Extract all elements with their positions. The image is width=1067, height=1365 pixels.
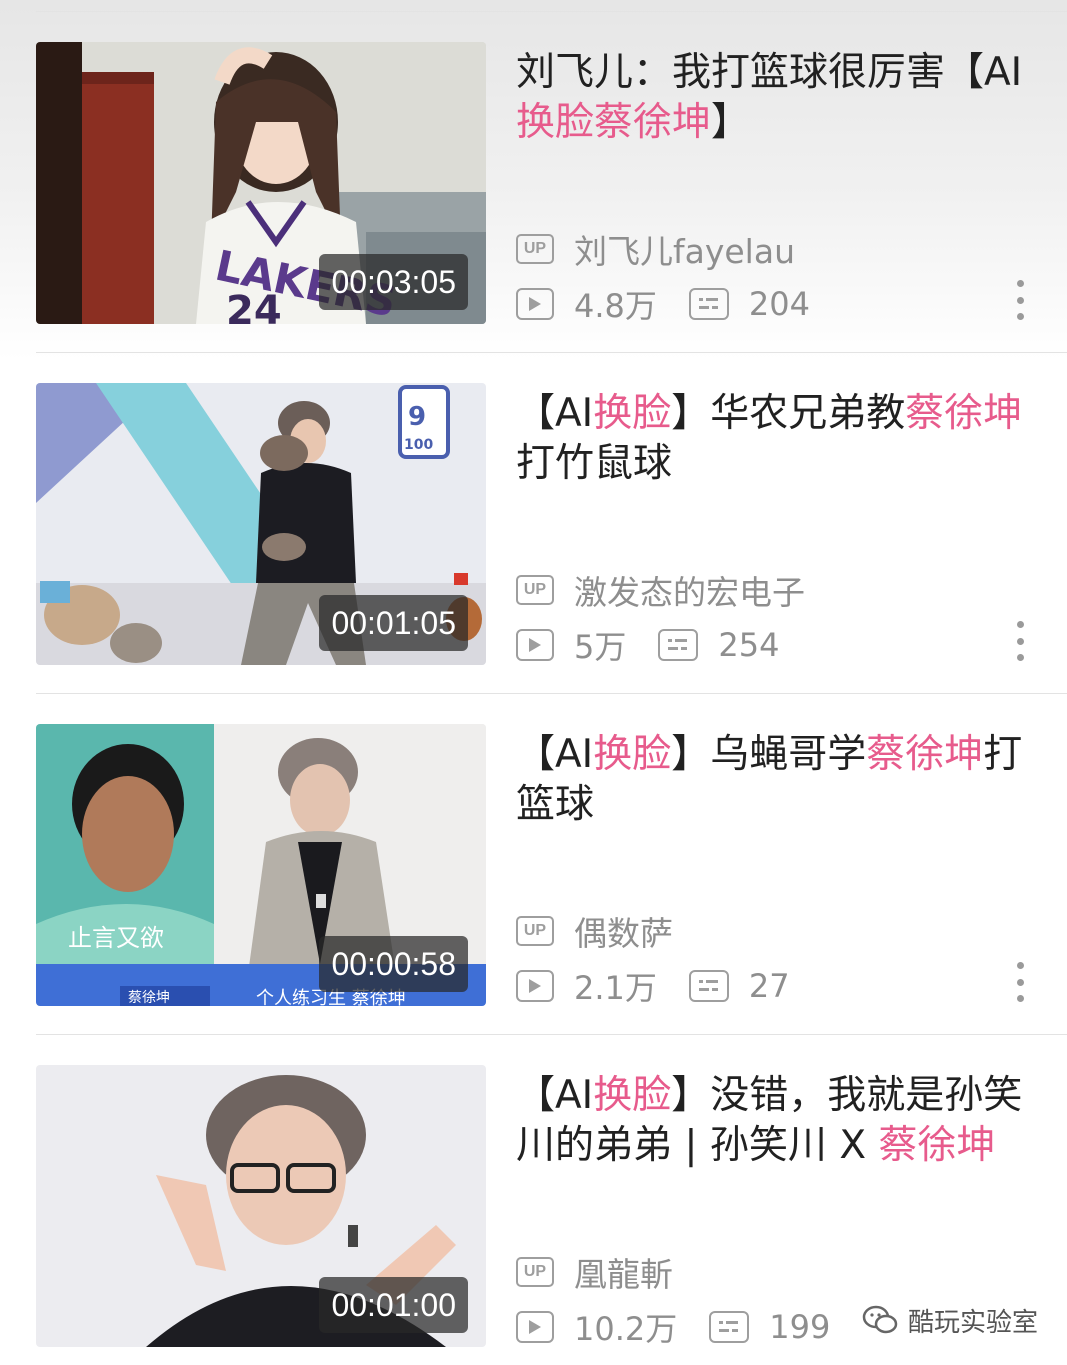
up-badge-icon: UP: [516, 575, 554, 605]
up-badge-icon: UP: [516, 916, 554, 946]
view-count: 10.2万: [574, 1310, 678, 1348]
svg-text:9: 9: [408, 402, 426, 432]
play-count-icon: [516, 288, 554, 320]
danmaku-icon: [688, 288, 729, 320]
uploader-name: 凰龍斬: [574, 1255, 673, 1294]
stats-row: 10.2万 199: [516, 1305, 830, 1349]
uploader-name: 激发态的宏电子: [574, 573, 805, 612]
uploader-row[interactable]: UP 激发态的宏电子: [516, 570, 805, 612]
stats-row: 2.1万 27: [516, 964, 790, 1008]
view-count: 4.8万: [574, 287, 657, 325]
more-options-icon[interactable]: [1013, 621, 1027, 661]
uploader-name: 偶数萨: [574, 914, 673, 953]
video-title[interactable]: 【AI换脸】华农兄弟教蔡徐坤打竹鼠球: [516, 389, 1056, 489]
wechat-icon: [862, 1305, 898, 1334]
video-title[interactable]: 刘飞儿：我打篮球很厉害【AI换脸蔡徐坤】: [516, 48, 1056, 148]
video-duration: 00:01:00: [319, 1277, 468, 1333]
play-count-icon: [516, 629, 554, 661]
divider: [36, 352, 1067, 353]
danmaku-icon: [709, 1311, 750, 1343]
play-count-icon: [516, 1311, 554, 1343]
video-duration: 00:01:05: [319, 595, 468, 651]
uploader-row[interactable]: UP 凰龍斬: [516, 1252, 673, 1294]
video-thumbnail[interactable]: LAKERS 24 00:03:05: [36, 42, 486, 324]
uploader-row[interactable]: UP 刘飞儿fayelau: [516, 229, 795, 271]
watermark-text: 酷玩实验室: [908, 1307, 1039, 1338]
more-options-icon[interactable]: [1013, 280, 1027, 320]
video-title[interactable]: 【AI换脸】没错，我就是孙笑川的弟弟 | 孙笑川 X 蔡徐坤: [516, 1071, 1056, 1171]
video-thumbnail[interactable]: 00:01:00: [36, 1065, 486, 1347]
video-duration: 00:00:58: [319, 936, 468, 992]
danmaku-icon: [688, 970, 729, 1002]
danmaku-icon: [658, 629, 699, 661]
logo-text: 100: [404, 437, 433, 453]
view-count: 2.1万: [574, 969, 657, 1007]
view-count: 5万: [574, 628, 627, 666]
play-count-icon: [516, 970, 554, 1002]
uploader-name: 刘飞儿fayelau: [574, 232, 795, 271]
uploader-row[interactable]: UP 偶数萨: [516, 911, 673, 953]
video-thumbnail[interactable]: 止言又欲 蔡徐坤 个人练习生 蔡徐坤 00:00:58: [36, 724, 486, 1006]
comment-count: 27: [748, 967, 790, 1005]
stats-row: 4.8万 204: [516, 282, 810, 326]
video-duration: 00:03:05: [319, 254, 468, 310]
comment-count: 204: [748, 285, 810, 323]
video-item[interactable]: 9 100 00:01:05 【AI换脸】华农兄弟教蔡徐坤打竹鼠球 UP 激发态…: [0, 383, 1067, 683]
thumb-caption: 止言又欲: [68, 924, 164, 952]
more-options-icon[interactable]: [1013, 962, 1027, 1002]
thumb-name-tag: 蔡徐坤: [128, 990, 170, 1006]
divider: [36, 1034, 1067, 1035]
watermark: 酷玩实验室: [862, 1300, 1038, 1340]
video-thumbnail[interactable]: 9 100 00:01:05: [36, 383, 486, 665]
video-item[interactable]: LAKERS 24 00:03:05 刘飞儿：我打篮球很厉害【AI换脸蔡徐坤】 …: [0, 42, 1067, 342]
comment-count: 199: [769, 1308, 831, 1346]
up-badge-icon: UP: [516, 234, 554, 264]
video-title[interactable]: 【AI换脸】乌蝇哥学蔡徐坤打篮球: [516, 730, 1056, 830]
comment-count: 254: [718, 626, 780, 664]
divider: [36, 11, 1067, 12]
stats-row: 5万 254: [516, 623, 779, 667]
up-badge-icon: UP: [516, 1257, 554, 1287]
video-item[interactable]: 止言又欲 蔡徐坤 个人练习生 蔡徐坤 00:00:58 【AI换脸】乌蝇哥学蔡徐…: [0, 724, 1067, 1024]
svg-text:24: 24: [226, 288, 282, 324]
divider: [36, 693, 1067, 694]
